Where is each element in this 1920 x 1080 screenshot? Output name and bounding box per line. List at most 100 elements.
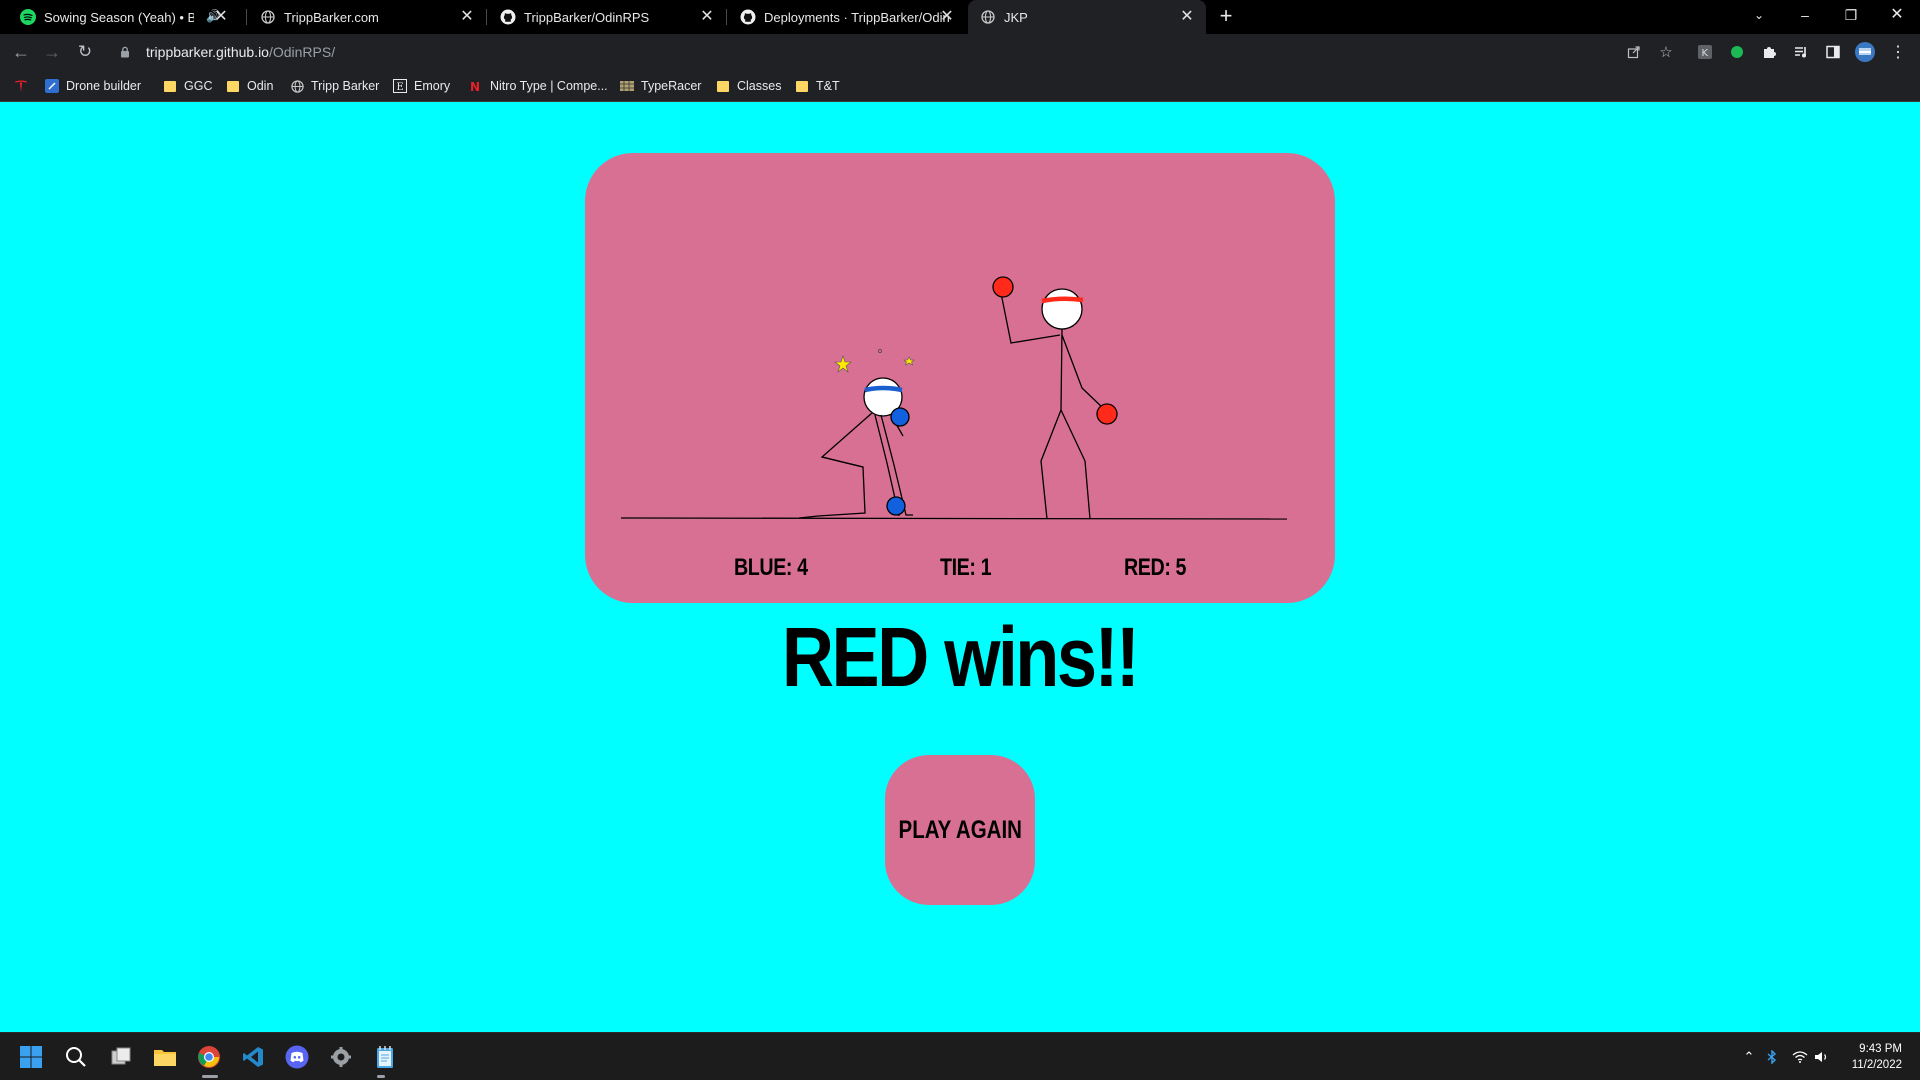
tie-score: TIE: 1	[940, 554, 992, 581]
bookmark-tesla-icon[interactable]	[14, 77, 28, 95]
forward-button[interactable]: →	[40, 40, 64, 64]
red-glove	[992, 276, 1014, 298]
bookmark-nitro-type[interactable]: N Nitro Type | Compe...	[469, 77, 608, 95]
discord-icon[interactable]	[282, 1042, 312, 1072]
notepad-icon[interactable]	[370, 1042, 400, 1072]
drone-builder-icon	[45, 79, 59, 93]
close-tab-icon[interactable]: ✕	[212, 8, 230, 26]
folder-icon	[226, 79, 240, 93]
reload-button[interactable]: ↻	[73, 40, 97, 64]
bookmark-label: GGC	[184, 79, 213, 93]
red-head	[1041, 288, 1083, 330]
result-text: RED wins!!	[782, 610, 1140, 704]
globe-icon	[290, 79, 304, 93]
bookmark-label: TypeRacer	[641, 79, 702, 93]
windows-start-icon[interactable]	[16, 1042, 46, 1072]
bookmark-t-and-t[interactable]: T&T	[795, 77, 840, 95]
bookmark-star-icon[interactable]: ☆	[1656, 38, 1676, 66]
settings-gear-icon[interactable]	[326, 1042, 356, 1072]
folder-icon	[716, 79, 730, 93]
bookmark-drone-builder[interactable]: Drone builder	[45, 77, 141, 95]
tab-separator	[726, 9, 727, 25]
ground-line	[620, 517, 1288, 520]
url-path: /OdinRPS/	[268, 44, 336, 60]
extensions-puzzle-icon[interactable]	[1758, 41, 1780, 63]
red-fighter	[992, 276, 1118, 520]
extension-k-icon[interactable]: K	[1694, 41, 1716, 63]
extension-green-dot-icon[interactable]	[1726, 41, 1748, 63]
svg-text:E: E	[397, 82, 404, 93]
search-icon[interactable]	[61, 1042, 91, 1072]
browser-toolbar: ← → ↻ trippbarker.github.io/OdinRPS/ ☆ K…	[0, 34, 1920, 70]
show-hidden-icons-chevron-icon[interactable]: ⌃	[1739, 1047, 1759, 1067]
tab-spotify[interactable]: Sowing Season (Yeah) • Bran 🔊 ✕	[8, 0, 240, 34]
tab-title: TrippBarker/OdinRPS	[524, 9, 650, 25]
dizzy-dot	[878, 349, 882, 353]
red-headband	[1041, 296, 1084, 304]
restore-button[interactable]: ❐	[1828, 0, 1874, 30]
tab-jkp[interactable]: JKP ✕	[968, 0, 1206, 34]
page-body: BLUE: 4 TIE: 1 RED: 5 RED wins!! PLAY AG…	[0, 102, 1920, 1032]
tab-title: TrippBarker.com	[284, 9, 379, 25]
address-bar[interactable]: trippbarker.github.io/OdinRPS/ ☆	[110, 38, 1678, 66]
blue-score: BLUE: 4	[734, 554, 808, 581]
bookmark-label: Drone builder	[66, 79, 142, 93]
minimize-button[interactable]: –	[1782, 0, 1828, 30]
browser-menu-icon[interactable]: ⋮	[1887, 41, 1909, 63]
close-tab-icon[interactable]: ✕	[698, 8, 716, 26]
volume-icon[interactable]	[1812, 1047, 1832, 1067]
folder-icon	[795, 79, 809, 93]
chrome-active-indicator	[202, 1075, 218, 1078]
globe-icon	[260, 9, 276, 25]
back-button[interactable]: ←	[9, 40, 33, 64]
red-glove	[1096, 403, 1118, 425]
bookmark-classes[interactable]: Classes	[716, 77, 781, 95]
globe-icon	[980, 9, 996, 25]
bookmarks-bar: Drone builder GGC Odin Tripp Barker E Em…	[0, 70, 1920, 102]
game-card: BLUE: 4 TIE: 1 RED: 5	[585, 153, 1335, 603]
wifi-icon[interactable]	[1790, 1047, 1810, 1067]
fight-scene	[620, 276, 1288, 520]
browser-tab-strip: Sowing Season (Yeah) • Bran 🔊 ✕ TrippBar…	[0, 0, 1920, 34]
close-window-button[interactable]: ✕	[1874, 0, 1920, 30]
github-icon	[740, 9, 756, 25]
lock-icon[interactable]	[120, 46, 136, 58]
close-tab-icon[interactable]: ✕	[1178, 8, 1196, 26]
nitro-type-icon: N	[469, 79, 483, 93]
tab-search-chevron-icon[interactable]: ⌄	[1736, 0, 1782, 30]
vscode-icon[interactable]	[238, 1042, 268, 1072]
task-view-icon[interactable]	[106, 1042, 136, 1072]
play-again-button[interactable]: PLAY AGAIN	[885, 755, 1035, 905]
file-explorer-icon[interactable]	[150, 1042, 180, 1072]
result-heading: RED wins!!	[0, 609, 1920, 706]
play-again-label: PLAY AGAIN	[898, 815, 1022, 844]
notepad-running-indicator	[377, 1075, 385, 1078]
github-icon	[500, 9, 516, 25]
tab-github-odinrps[interactable]: TrippBarker/OdinRPS ✕	[488, 0, 726, 34]
dizzy-star-icon	[834, 355, 852, 373]
taskbar-clock[interactable]: 9:43 PM 11/2/2022	[1852, 1041, 1902, 1073]
bookmark-ggc[interactable]: GGC	[163, 77, 212, 95]
close-tab-icon[interactable]: ✕	[938, 8, 956, 26]
share-icon[interactable]	[1624, 38, 1644, 66]
bookmark-typeracer[interactable]: TypeRacer	[620, 77, 701, 95]
close-tab-icon[interactable]: ✕	[458, 8, 476, 26]
profile-avatar-icon[interactable]	[1854, 41, 1876, 63]
tab-github-deployments[interactable]: Deployments · TrippBarker/OdinR ✕	[728, 0, 966, 34]
bookmark-tripp-barker[interactable]: Tripp Barker	[290, 77, 379, 95]
tab-trippbarker[interactable]: TrippBarker.com ✕	[248, 0, 486, 34]
bluetooth-icon[interactable]	[1762, 1047, 1782, 1067]
bookmark-label: Odin	[247, 79, 274, 93]
new-tab-button[interactable]: +	[1214, 5, 1238, 29]
media-queue-icon[interactable]	[1790, 41, 1812, 63]
dizzy-star-icon	[903, 356, 915, 366]
bookmark-emory[interactable]: E Emory	[393, 77, 450, 95]
tab-separator	[246, 9, 247, 25]
bookmark-odin[interactable]: Odin	[226, 77, 273, 95]
side-panel-icon[interactable]	[1822, 41, 1844, 63]
bookmark-label: Nitro Type | Compe...	[490, 79, 608, 93]
blue-fighter	[798, 349, 915, 519]
windows-taskbar: ⌃ 9:43 PM 11/2/2022	[0, 1032, 1920, 1080]
bookmark-label: Classes	[737, 79, 782, 93]
chrome-icon[interactable]	[194, 1042, 224, 1072]
